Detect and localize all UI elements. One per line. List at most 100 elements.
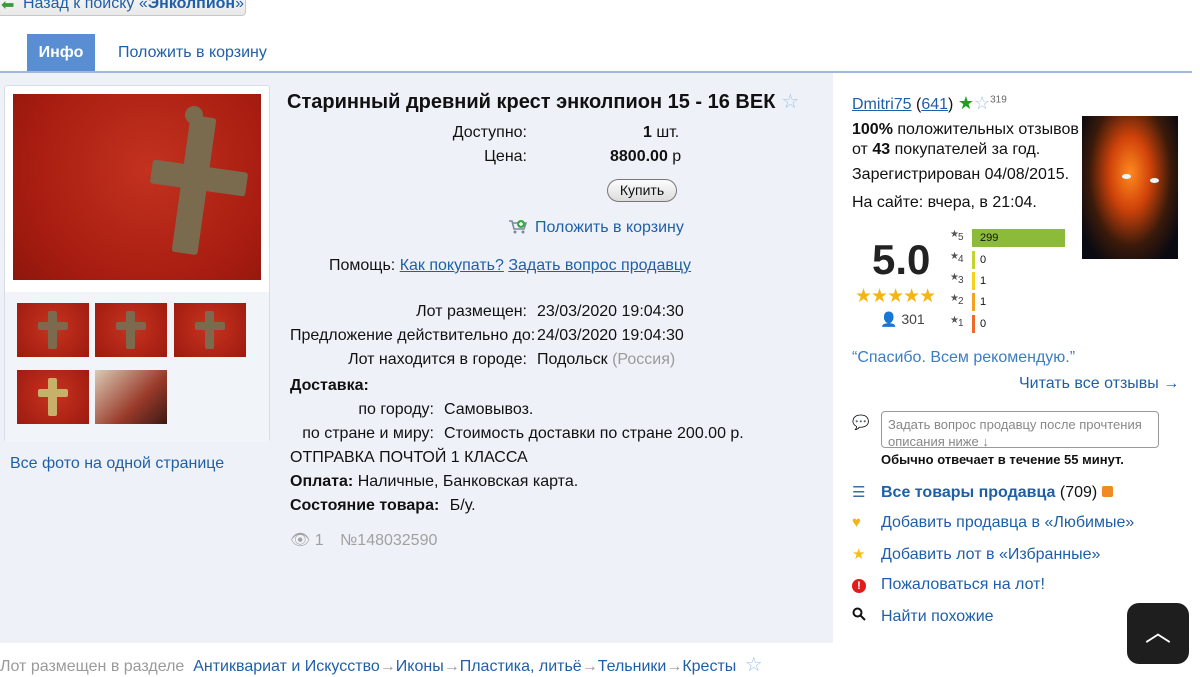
rating-bar-fill — [972, 251, 975, 269]
shipping-note: ОТПРАВКА ПОЧТОЙ 1 КЛАССА — [290, 449, 528, 466]
rating-bar-row: ★ 10 — [950, 315, 986, 333]
city-label: Лот находится в городе: — [348, 351, 527, 368]
add-to-cart-label: Положить в корзину — [535, 219, 684, 236]
rating-bar-fill — [972, 293, 975, 311]
reply-time: Обычно отвечает в течение 55 минут. — [881, 452, 1124, 467]
chevron-up-icon: ︿ — [1144, 617, 1171, 647]
rating-bar-fill — [972, 315, 975, 333]
rating-score: 5.0 — [872, 236, 931, 283]
city-value: Подольск (Россия) — [537, 351, 676, 368]
scroll-to-top-button[interactable]: ︿ — [1127, 603, 1189, 664]
by-country-label: по стране и миру: — [302, 425, 434, 442]
help-row: Помощь: Как покупать? Задать вопрос прод… — [329, 257, 692, 274]
breadcrumb-item[interactable]: Антиквариат и Искусство — [193, 658, 380, 675]
breadcrumb-prefix: Лот размещен в разделе — [0, 658, 185, 675]
all-seller-items-link[interactable]: ☰ Все товары продавца (709) — [852, 483, 1113, 502]
warning-icon: ! — [852, 576, 881, 593]
rating-bar-stars: 4 — [958, 254, 964, 265]
favorite-star-icon[interactable]: ☆ — [781, 91, 799, 113]
payment-row: Оплата: Наличные, Банковская карта. — [290, 473, 579, 490]
thumbnail[interactable] — [17, 303, 89, 357]
back-to-search-button[interactable]: ⬅ Назад к поиску «Энколпион» — [0, 0, 246, 16]
by-city-label: по городу: — [358, 401, 434, 418]
rating-stars-icon: ★★★★★ — [855, 286, 936, 307]
list-icon: ☰ — [852, 484, 866, 501]
back-label: Назад к поиску «Энколпион» — [23, 0, 244, 12]
rating-bar-row: ★ 5 299 — [950, 229, 1065, 247]
available-label: Доступно: — [452, 124, 527, 141]
by-city-value: Самовывоз. — [444, 401, 534, 418]
how-to-buy-link[interactable]: Как покупать? — [400, 257, 504, 274]
review-quote: “Спасибо. Всем рекомендую.” — [852, 349, 1076, 366]
lot-title: Старинный древний крест энколпион 15 - 1… — [287, 89, 799, 114]
ask-seller-input[interactable]: Задать вопрос продавцу после прочтения о… — [881, 411, 1159, 448]
valid-label: Предложение действительно до: — [290, 327, 536, 344]
breadcrumb-item[interactable]: Иконы — [396, 658, 444, 675]
green-star-icon: ★ — [957, 93, 974, 113]
all-photos-link[interactable]: Все фото на одной странице — [10, 455, 224, 473]
tab-add-to-cart[interactable]: Положить в корзину — [118, 44, 267, 62]
delivery-label: Доставка: — [290, 377, 369, 394]
thumbnail[interactable] — [17, 370, 89, 424]
cross-image — [13, 94, 261, 280]
cart-icon — [508, 218, 528, 234]
reviews-count: 👤 301 — [880, 311, 925, 327]
rating-bar-value: 0 — [980, 254, 987, 266]
thumbnail[interactable] — [174, 303, 246, 357]
find-similar-link[interactable]: Найти похожие — [852, 607, 994, 626]
price-label: Цена: — [484, 148, 527, 165]
star-icon: ★ — [852, 546, 866, 563]
complain-link[interactable]: ! Пожаловаться на лот! — [852, 576, 1045, 594]
user-icon: 👤 — [880, 311, 898, 327]
back-arrow-icon: ⬅ — [1, 0, 15, 14]
tab-info[interactable]: Инфо — [27, 34, 95, 71]
thumbnail[interactable] — [95, 303, 167, 357]
rating-bar-value: 0 — [980, 318, 987, 330]
breadcrumb-item[interactable]: Пластика, литьё — [460, 658, 582, 675]
add-fav-seller-link[interactable]: ♥ Добавить продавца в «Любимые» — [852, 514, 1134, 532]
rating-bar-stars: 3 — [958, 275, 964, 286]
breadcrumb-item[interactable]: Кресты — [682, 658, 736, 675]
positive-reviews: 100% положительных отзывов — [852, 121, 1079, 138]
add-to-cart-link[interactable]: Положить в корзину — [508, 218, 684, 237]
price-value: 8800.00 р — [610, 148, 682, 165]
breadcrumb: Лот размещен в разделе Антиквариат и Иск… — [0, 654, 763, 676]
search-icon — [852, 607, 881, 625]
chat-icon: 💬 — [852, 414, 870, 430]
placed-value: 23/03/2020 19:04:30 — [537, 303, 684, 320]
favorite-category-star-icon[interactable]: ☆ — [745, 654, 763, 676]
ask-seller-link[interactable]: Задать вопрос продавцу — [508, 257, 691, 274]
available-value: 1 шт. — [643, 124, 680, 141]
lot-meta: 👁 1 №148032590 — [290, 530, 437, 550]
rating-bar-fill — [972, 272, 975, 290]
seller-avatar[interactable] — [1082, 116, 1178, 259]
photo-gallery — [4, 85, 270, 442]
buyers-count: от 43 покупателей за год. — [852, 141, 1041, 158]
tabs: Инфо Положить в корзину — [0, 34, 1200, 74]
registered-date: Зарегистрирован 04/08/2015. — [852, 166, 1070, 183]
lot-title-text: Старинный древний крест энколпион 15 - 1… — [287, 91, 776, 113]
seller-header: Dmitri75 (641) ★☆319 — [852, 93, 1007, 113]
rating-bar-value: 1 — [980, 296, 987, 308]
rating-bar-row: ★ 40 — [950, 251, 986, 269]
rss-icon — [1101, 486, 1113, 497]
add-fav-lot-link[interactable]: ★ Добавить лот в «Избранные» — [852, 545, 1100, 564]
lot-number: №148032590 — [340, 532, 438, 549]
by-country-value: Стоимость доставки по стране 200.00 р. — [444, 425, 744, 442]
seller-name-link[interactable]: Dmitri75 — [852, 96, 912, 113]
thumbnail[interactable] — [95, 370, 167, 424]
read-all-reviews-link[interactable]: Читать все отзывы → — [1019, 375, 1179, 393]
rating-bar-stars: 2 — [958, 296, 964, 307]
heart-icon: ♥ — [852, 514, 861, 531]
thumbnail-strip — [5, 292, 269, 442]
eye-icon: 👁 — [290, 532, 311, 549]
seller-rating-link[interactable]: 641 — [921, 96, 948, 113]
main-photo[interactable] — [13, 94, 261, 280]
buy-button[interactable]: Купить — [607, 179, 677, 202]
placed-label: Лот размещен: — [416, 303, 527, 320]
rating-bar-stars: 5 — [958, 232, 964, 243]
breadcrumb-item[interactable]: Тельники — [598, 658, 667, 675]
rating-bar-row: ★ 21 — [950, 293, 986, 311]
views-count: 1 — [314, 532, 324, 549]
valid-value: 24/03/2020 19:04:30 — [537, 327, 684, 344]
